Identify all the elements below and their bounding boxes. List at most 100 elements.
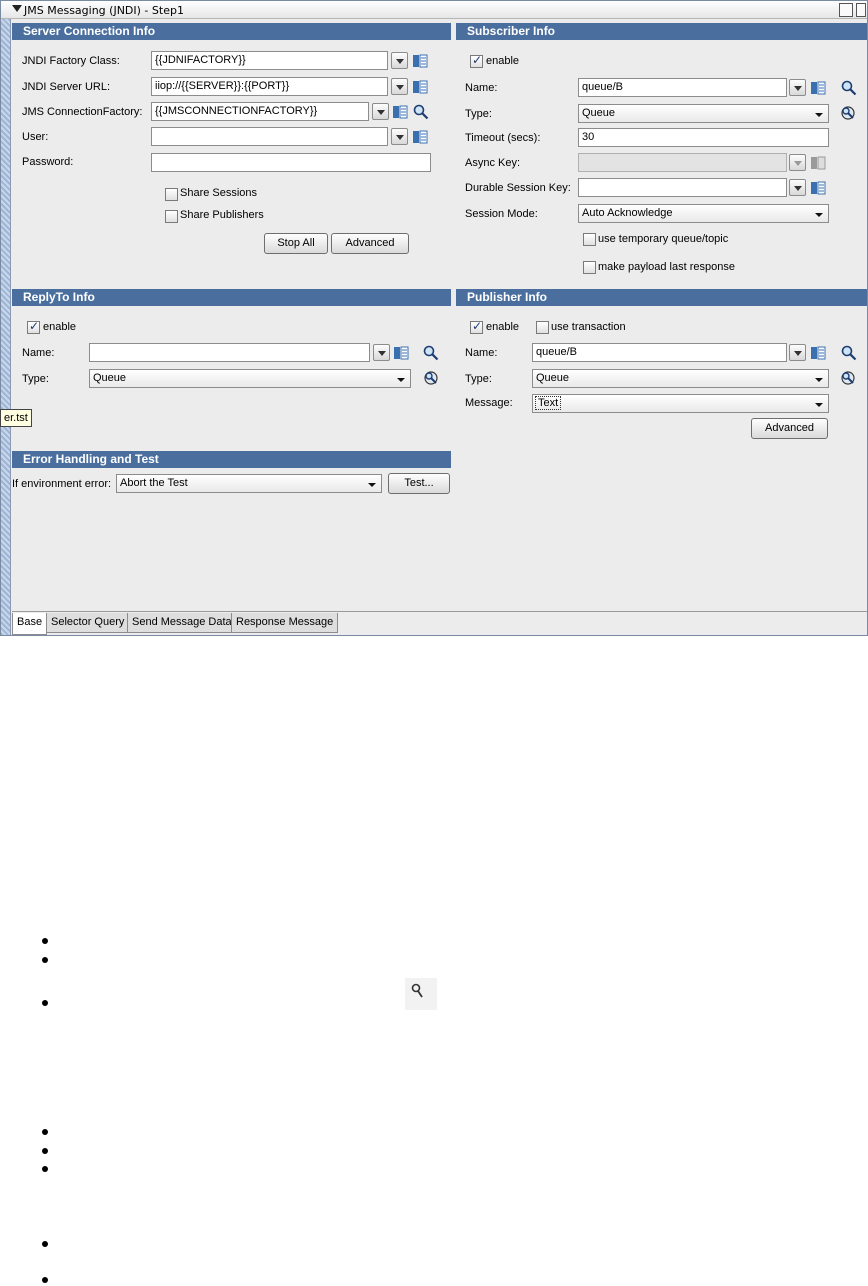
- password-label: Password:: [22, 156, 74, 168]
- timeout-label: Timeout (secs):: [465, 132, 541, 144]
- share-sessions-checkbox[interactable]: [165, 188, 178, 201]
- server-advanced-button[interactable]: Advanced: [331, 233, 409, 254]
- properties-icon[interactable]: [810, 80, 826, 96]
- dock-icon[interactable]: [856, 3, 866, 17]
- list-bullet: [42, 1148, 48, 1154]
- subscriber-name-input[interactable]: queue/B: [578, 78, 787, 97]
- jndi-url-input[interactable]: iiop://{{SERVER}}:{{PORT}}: [151, 77, 388, 96]
- collapse-arrow-icon[interactable]: [12, 5, 22, 12]
- search-icon[interactable]: [841, 80, 857, 96]
- properties-icon[interactable]: [393, 345, 409, 361]
- publisher-info-header: Publisher Info: [456, 289, 867, 306]
- tab-send-message-data[interactable]: Send Message Data: [127, 613, 237, 633]
- search-icon[interactable]: [423, 345, 439, 361]
- async-key-input: [578, 153, 787, 172]
- browse-queues-icon[interactable]: [840, 105, 856, 121]
- properties-icon[interactable]: [392, 104, 408, 120]
- list-bullet: [42, 1241, 48, 1247]
- user-dropdown[interactable]: [391, 128, 408, 145]
- password-input[interactable]: [151, 153, 431, 172]
- jndi-url-label: JNDI Server URL:: [22, 81, 111, 93]
- publisher-name-input[interactable]: queue/B: [532, 343, 787, 362]
- publisher-name-label: Name:: [465, 347, 498, 359]
- jndi-factory-input[interactable]: {{JDNIFACTORY}}: [151, 51, 388, 70]
- filename-tooltip: er.tst: [0, 409, 32, 427]
- durable-session-input[interactable]: [578, 178, 787, 197]
- payload-last-response-checkbox[interactable]: [583, 261, 596, 274]
- jndi-url-dropdown[interactable]: [391, 78, 408, 95]
- user-label: User:: [22, 131, 49, 143]
- timeout-input[interactable]: 30: [578, 128, 829, 147]
- subscriber-type-select[interactable]: Queue: [578, 104, 829, 123]
- async-key-label: Async Key:: [465, 157, 521, 169]
- search-icon[interactable]: [841, 345, 857, 361]
- replyto-name-label: Name:: [22, 347, 55, 359]
- subscriber-name-label: Name:: [465, 82, 498, 94]
- durable-session-label: Durable Session Key:: [465, 182, 571, 194]
- publisher-enable-checkbox[interactable]: [470, 319, 483, 334]
- browse-queues-icon[interactable]: [423, 370, 439, 386]
- properties-icon[interactable]: [810, 180, 826, 196]
- message-type-value: Text: [534, 396, 562, 410]
- message-type-select[interactable]: Text: [532, 394, 829, 413]
- properties-icon[interactable]: [810, 345, 826, 361]
- temp-queue-checkbox[interactable]: [583, 233, 596, 246]
- session-mode-select[interactable]: Auto Acknowledge: [578, 204, 829, 223]
- tab-base[interactable]: Base: [12, 613, 48, 635]
- restore-icon[interactable]: [839, 3, 853, 17]
- list-bullet: [42, 957, 48, 963]
- window-titlebar: JMS Messaging (JNDI) - Step1: [1, 1, 867, 19]
- async-key-dropdown: [789, 154, 806, 171]
- search-icon[interactable]: [413, 104, 429, 120]
- jms-cf-dropdown[interactable]: [372, 103, 389, 120]
- list-bullet: [42, 1166, 48, 1172]
- publisher-advanced-button[interactable]: Advanced: [751, 418, 828, 439]
- share-publishers-label: Share Publishers: [180, 209, 264, 221]
- replyto-type-select[interactable]: Queue: [89, 369, 411, 388]
- message-label: Message:: [465, 397, 513, 409]
- window-title: JMS Messaging (JNDI) - Step1: [24, 4, 184, 17]
- publisher-name-dropdown[interactable]: [789, 344, 806, 361]
- share-sessions-label: Share Sessions: [180, 187, 258, 199]
- payload-last-response-label: make payload last response: [598, 261, 735, 273]
- replyto-info-header: ReplyTo Info: [12, 289, 451, 306]
- subscriber-info-header: Subscriber Info: [456, 23, 867, 40]
- properties-icon[interactable]: [412, 129, 428, 145]
- durable-session-dropdown[interactable]: [789, 179, 806, 196]
- left-splitter-strip[interactable]: [1, 19, 11, 635]
- use-transaction-checkbox[interactable]: [536, 321, 549, 334]
- properties-icon: [811, 156, 826, 170]
- jms-messaging-window: JMS Messaging (JNDI) - Step1 Server Conn…: [0, 0, 868, 636]
- test-button[interactable]: Test...: [388, 473, 450, 494]
- properties-icon[interactable]: [412, 79, 428, 95]
- list-bullet: [42, 1129, 48, 1135]
- replyto-enable-checkbox[interactable]: [27, 319, 40, 334]
- publisher-type-label: Type:: [465, 373, 492, 385]
- browse-queues-icon[interactable]: [840, 370, 856, 386]
- properties-icon[interactable]: [412, 53, 428, 69]
- tab-selector-query[interactable]: Selector Query: [46, 613, 130, 633]
- jms-cf-input[interactable]: {{JMSCONNECTIONFACTORY}}: [151, 102, 369, 121]
- share-publishers-checkbox[interactable]: [165, 210, 178, 223]
- list-bullet: [42, 938, 48, 944]
- list-bullet: [42, 1000, 48, 1006]
- replyto-name-dropdown[interactable]: [373, 344, 390, 361]
- replyto-name-input[interactable]: [89, 343, 370, 362]
- user-input[interactable]: [151, 127, 388, 146]
- env-error-select[interactable]: Abort the Test: [116, 474, 382, 493]
- editor-tab-bar: Base Selector Query Send Message Data Re…: [12, 611, 867, 635]
- subscriber-enable-label: enable: [486, 55, 520, 67]
- publisher-type-select[interactable]: Queue: [532, 369, 829, 388]
- jndi-factory-label: JNDI Factory Class:: [22, 55, 120, 67]
- step-editor-content: Server Connection Info JNDI Factory Clas…: [12, 20, 867, 610]
- stop-all-button[interactable]: Stop All: [264, 233, 328, 254]
- subscriber-name-dropdown[interactable]: [789, 79, 806, 96]
- server-connection-header: Server Connection Info: [12, 23, 451, 40]
- tab-response-message[interactable]: Response Message: [231, 613, 339, 633]
- env-error-label: If environment error:: [12, 478, 112, 490]
- subscriber-enable-checkbox[interactable]: [470, 53, 483, 68]
- list-bullet: [42, 1277, 48, 1283]
- use-transaction-label: use transaction: [551, 321, 626, 333]
- jndi-factory-dropdown[interactable]: [391, 52, 408, 69]
- replyto-type-label: Type:: [22, 373, 49, 385]
